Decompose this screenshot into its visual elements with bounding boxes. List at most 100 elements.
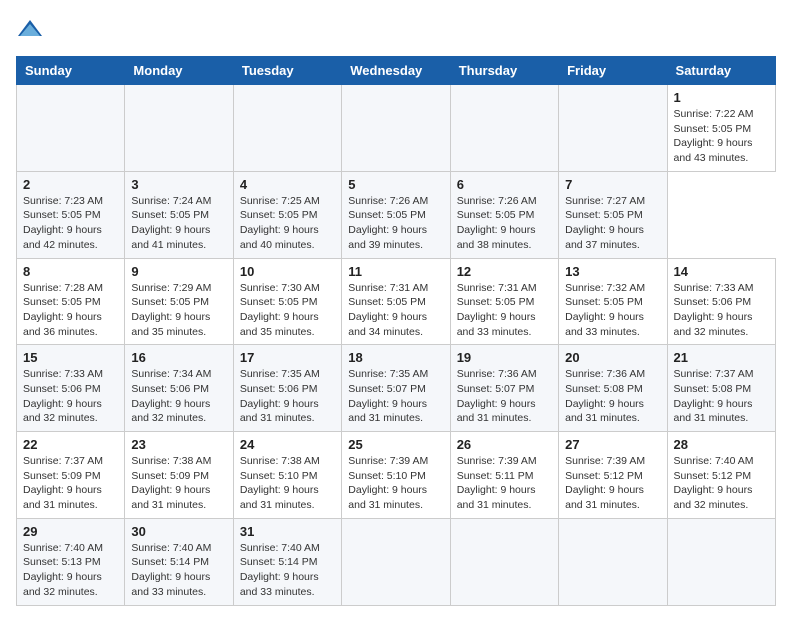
day-info: Sunrise: 7:26 AMSunset: 5:05 PMDaylight:… <box>457 195 537 251</box>
calendar-day-cell: 23 Sunrise: 7:38 AMSunset: 5:09 PMDayligh… <box>125 432 233 519</box>
logo-icon <box>16 16 44 44</box>
day-info: Sunrise: 7:40 AMSunset: 5:14 PMDaylight:… <box>131 542 211 598</box>
day-info: Sunrise: 7:40 AMSunset: 5:13 PMDaylight:… <box>23 542 103 598</box>
calendar-empty-cell <box>559 518 667 605</box>
calendar-day-cell: 24 Sunrise: 7:38 AMSunset: 5:10 PMDayligh… <box>233 432 341 519</box>
day-number: 6 <box>457 177 552 192</box>
day-number: 17 <box>240 350 335 365</box>
calendar-day-cell: 3Sunrise: 7:24 AMSunset: 5:05 PMDaylight… <box>125 171 233 258</box>
day-info: Sunrise: 7:23 AMSunset: 5:05 PMDaylight:… <box>23 195 103 251</box>
day-number: 15 <box>23 350 118 365</box>
day-info: Sunrise: 7:40 AMSunset: 5:12 PMDaylight:… <box>674 455 754 511</box>
day-number: 18 <box>348 350 443 365</box>
calendar-day-cell: 16 Sunrise: 7:34 AMSunset: 5:06 PMDayligh… <box>125 345 233 432</box>
day-info: Sunrise: 7:38 AMSunset: 5:10 PMDaylight:… <box>240 455 320 511</box>
day-info: Sunrise: 7:36 AMSunset: 5:08 PMDaylight:… <box>565 368 645 424</box>
day-number: 22 <box>23 437 118 452</box>
day-number: 26 <box>457 437 552 452</box>
calendar-day-cell: 1 Sunrise: 7:22 AMSunset: 5:05 PMDaylight… <box>667 85 775 172</box>
day-number: 9 <box>131 264 226 279</box>
day-number: 30 <box>131 524 226 539</box>
day-number: 2 <box>23 177 118 192</box>
calendar-day-cell: 14Sunrise: 7:33 AMSunset: 5:06 PMDayligh… <box>667 258 775 345</box>
day-info: Sunrise: 7:38 AMSunset: 5:09 PMDaylight:… <box>131 455 211 511</box>
calendar-table: SundayMondayTuesdayWednesdayThursdayFrid… <box>16 56 776 606</box>
day-number: 25 <box>348 437 443 452</box>
calendar-day-cell: 13 Sunrise: 7:32 AMSunset: 5:05 PMDayligh… <box>559 258 667 345</box>
calendar-day-cell: 19Sunrise: 7:36 AMSunset: 5:07 PMDayligh… <box>450 345 558 432</box>
day-info: Sunrise: 7:39 AMSunset: 5:12 PMDaylight:… <box>565 455 645 511</box>
calendar-day-cell: 10 Sunrise: 7:30 AMSunset: 5:05 PMDayligh… <box>233 258 341 345</box>
page-header <box>16 16 776 44</box>
calendar-day-cell: 18 Sunrise: 7:35 AMSunset: 5:07 PMDayligh… <box>342 345 450 432</box>
day-info: Sunrise: 7:27 AMSunset: 5:05 PMDaylight:… <box>565 195 645 251</box>
calendar-day-cell: 15 Sunrise: 7:33 AMSunset: 5:06 PMDayligh… <box>17 345 125 432</box>
calendar-day-cell: 25 Sunrise: 7:39 AMSunset: 5:10 PMDayligh… <box>342 432 450 519</box>
calendar-day-cell: 30 Sunrise: 7:40 AMSunset: 5:14 PMDayligh… <box>125 518 233 605</box>
day-info: Sunrise: 7:34 AMSunset: 5:06 PMDaylight:… <box>131 368 211 424</box>
day-number: 21 <box>674 350 769 365</box>
calendar-day-header: Tuesday <box>233 57 341 85</box>
calendar-day-header: Saturday <box>667 57 775 85</box>
day-number: 29 <box>23 524 118 539</box>
day-number: 1 <box>674 90 769 105</box>
calendar-empty-cell <box>450 518 558 605</box>
day-info: Sunrise: 7:39 AMSunset: 5:11 PMDaylight:… <box>457 455 537 511</box>
calendar-week-row: 22Sunrise: 7:37 AMSunset: 5:09 PMDayligh… <box>17 432 776 519</box>
logo <box>16 16 48 44</box>
day-number: 5 <box>348 177 443 192</box>
day-number: 13 <box>565 264 660 279</box>
day-info: Sunrise: 7:22 AMSunset: 5:05 PMDaylight:… <box>674 108 754 164</box>
calendar-day-cell: 9Sunrise: 7:29 AMSunset: 5:05 PMDaylight… <box>125 258 233 345</box>
calendar-empty-cell <box>342 85 450 172</box>
calendar-day-cell: 31 Sunrise: 7:40 AMSunset: 5:14 PMDayligh… <box>233 518 341 605</box>
calendar-day-cell: 11 Sunrise: 7:31 AMSunset: 5:05 PMDayligh… <box>342 258 450 345</box>
day-number: 10 <box>240 264 335 279</box>
calendar-day-cell: 5Sunrise: 7:26 AMSunset: 5:05 PMDaylight… <box>342 171 450 258</box>
day-number: 28 <box>674 437 769 452</box>
day-info: Sunrise: 7:35 AMSunset: 5:06 PMDaylight:… <box>240 368 320 424</box>
calendar-day-cell: 17 Sunrise: 7:35 AMSunset: 5:06 PMDayligh… <box>233 345 341 432</box>
day-info: Sunrise: 7:35 AMSunset: 5:07 PMDaylight:… <box>348 368 428 424</box>
day-number: 12 <box>457 264 552 279</box>
day-number: 31 <box>240 524 335 539</box>
day-info: Sunrise: 7:40 AMSunset: 5:14 PMDaylight:… <box>240 542 320 598</box>
day-info: Sunrise: 7:39 AMSunset: 5:10 PMDaylight:… <box>348 455 428 511</box>
calendar-week-row: 8Sunrise: 7:28 AMSunset: 5:05 PMDaylight… <box>17 258 776 345</box>
day-number: 7 <box>565 177 660 192</box>
day-info: Sunrise: 7:25 AMSunset: 5:05 PMDaylight:… <box>240 195 320 251</box>
day-info: Sunrise: 7:33 AMSunset: 5:06 PMDaylight:… <box>674 282 754 338</box>
day-number: 11 <box>348 264 443 279</box>
calendar-day-cell: 20Sunrise: 7:36 AMSunset: 5:08 PMDayligh… <box>559 345 667 432</box>
day-info: Sunrise: 7:32 AMSunset: 5:05 PMDaylight:… <box>565 282 645 338</box>
day-number: 24 <box>240 437 335 452</box>
calendar-empty-cell <box>17 85 125 172</box>
calendar-empty-cell <box>342 518 450 605</box>
day-info: Sunrise: 7:37 AMSunset: 5:08 PMDaylight:… <box>674 368 754 424</box>
day-number: 16 <box>131 350 226 365</box>
calendar-empty-cell <box>125 85 233 172</box>
day-info: Sunrise: 7:30 AMSunset: 5:05 PMDaylight:… <box>240 282 320 338</box>
calendar-day-header: Sunday <box>17 57 125 85</box>
calendar-day-cell: 8Sunrise: 7:28 AMSunset: 5:05 PMDaylight… <box>17 258 125 345</box>
calendar-day-cell: 2 Sunrise: 7:23 AMSunset: 5:05 PMDaylight… <box>17 171 125 258</box>
calendar-day-cell: 28 Sunrise: 7:40 AMSunset: 5:12 PMDayligh… <box>667 432 775 519</box>
calendar-day-header: Monday <box>125 57 233 85</box>
day-info: Sunrise: 7:33 AMSunset: 5:06 PMDaylight:… <box>23 368 103 424</box>
day-number: 27 <box>565 437 660 452</box>
calendar-body: 1 Sunrise: 7:22 AMSunset: 5:05 PMDaylight… <box>17 85 776 606</box>
day-info: Sunrise: 7:31 AMSunset: 5:05 PMDaylight:… <box>348 282 428 338</box>
calendar-day-cell: 29 Sunrise: 7:40 AMSunset: 5:13 PMDayligh… <box>17 518 125 605</box>
calendar-empty-cell <box>450 85 558 172</box>
day-number: 23 <box>131 437 226 452</box>
calendar-day-cell: 26 Sunrise: 7:39 AMSunset: 5:11 PMDayligh… <box>450 432 558 519</box>
calendar-day-cell: 22Sunrise: 7:37 AMSunset: 5:09 PMDayligh… <box>17 432 125 519</box>
day-number: 4 <box>240 177 335 192</box>
calendar-empty-cell <box>559 85 667 172</box>
day-info: Sunrise: 7:24 AMSunset: 5:05 PMDaylight:… <box>131 195 211 251</box>
day-number: 19 <box>457 350 552 365</box>
day-info: Sunrise: 7:31 AMSunset: 5:05 PMDaylight:… <box>457 282 537 338</box>
calendar-day-header: Wednesday <box>342 57 450 85</box>
calendar-week-row: 1 Sunrise: 7:22 AMSunset: 5:05 PMDaylight… <box>17 85 776 172</box>
calendar-day-cell: 4 Sunrise: 7:25 AMSunset: 5:05 PMDaylight… <box>233 171 341 258</box>
